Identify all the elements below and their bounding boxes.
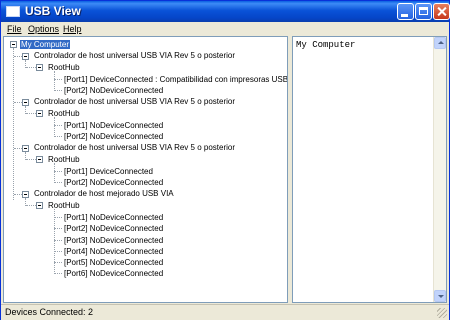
tree-connector bbox=[54, 228, 62, 229]
detail-pane[interactable]: My Computer bbox=[292, 36, 447, 303]
detail-text: My Computer bbox=[296, 40, 356, 50]
scroll-down-icon[interactable] bbox=[434, 290, 446, 302]
tree-item-controller-1[interactable]: Controlador de host universal USB VIA Re… bbox=[34, 50, 235, 61]
tree-item-port[interactable]: [Port2] NoDeviceConnected bbox=[64, 85, 163, 96]
tree-connector bbox=[26, 205, 36, 206]
tree-connector bbox=[54, 117, 55, 137]
menu-options-label: Options bbox=[28, 24, 60, 34]
tree-item-port[interactable]: [Port1] NoDeviceConnected bbox=[64, 212, 163, 223]
status-text: Devices Connected: 2 bbox=[5, 307, 94, 317]
tree-connector bbox=[54, 79, 62, 80]
tree-connector bbox=[54, 171, 62, 172]
menu-help-label: Help bbox=[63, 24, 82, 34]
tree-connector bbox=[14, 102, 22, 103]
tree-connector bbox=[54, 217, 62, 218]
collapse-toggle[interactable] bbox=[36, 64, 43, 71]
tree-connector bbox=[26, 113, 36, 114]
tree-item-port[interactable]: [Port1] DeviceConnected : Compatibilidad… bbox=[64, 74, 287, 85]
tree-item-root[interactable]: My Computer bbox=[20, 39, 71, 50]
tree-connector bbox=[14, 194, 22, 195]
tree-item-controller-3[interactable]: Controlador de host universal USB VIA Re… bbox=[34, 142, 235, 153]
device-tree-pane[interactable]: My Computer Controlador de host universa… bbox=[3, 36, 288, 303]
tree-connector bbox=[13, 48, 14, 200]
tree-item-controller-4[interactable]: Controlador de host mejorado USB VIA bbox=[34, 188, 174, 199]
tree-root-label: My Computer bbox=[20, 40, 71, 49]
collapse-toggle[interactable] bbox=[10, 41, 17, 48]
tree-connector bbox=[26, 159, 36, 160]
tree-item-roothub-4[interactable]: RootHub bbox=[48, 200, 80, 211]
collapse-toggle[interactable] bbox=[36, 202, 43, 209]
tree-connector bbox=[54, 209, 55, 274]
tree-connector bbox=[54, 136, 62, 137]
collapse-toggle[interactable] bbox=[22, 145, 29, 152]
tree-connector bbox=[54, 240, 62, 241]
tree-connector bbox=[54, 71, 55, 91]
window-app-icon bbox=[6, 6, 20, 17]
tree-connector bbox=[14, 56, 22, 57]
tree-item-port[interactable]: [Port1] DeviceConnected bbox=[64, 166, 153, 177]
tree-connector bbox=[54, 163, 55, 183]
tree-connector bbox=[14, 148, 22, 149]
vertical-scrollbar[interactable] bbox=[433, 37, 446, 302]
tree-item-port[interactable]: [Port5] NoDeviceConnected bbox=[64, 257, 163, 268]
tree-item-port[interactable]: [Port2] NoDeviceConnected bbox=[64, 131, 163, 142]
collapse-toggle[interactable] bbox=[36, 110, 43, 117]
scroll-up-icon[interactable] bbox=[434, 37, 446, 49]
tree-connector bbox=[26, 67, 36, 68]
menu-bar: File Options Help bbox=[1, 22, 449, 36]
tree-connector bbox=[54, 251, 62, 252]
tree-item-port[interactable]: [Port1] NoDeviceConnected bbox=[64, 120, 163, 131]
menu-file[interactable]: File bbox=[6, 22, 23, 36]
tree-item-port[interactable]: [Port4] NoDeviceConnected bbox=[64, 246, 163, 257]
resize-grip-icon[interactable] bbox=[437, 308, 447, 318]
title-bar[interactable]: USB View bbox=[1, 1, 450, 22]
maximize-button[interactable] bbox=[415, 3, 432, 20]
tree-connector bbox=[54, 90, 62, 91]
tree-item-port[interactable]: [Port2] NoDeviceConnected bbox=[64, 177, 163, 188]
tree-item-roothub-3[interactable]: RootHub bbox=[48, 154, 80, 165]
tree-item-roothub-1[interactable]: RootHub bbox=[48, 62, 80, 73]
menu-file-label: File bbox=[7, 24, 22, 34]
collapse-toggle[interactable] bbox=[22, 191, 29, 198]
tree-item-port[interactable]: [Port2] NoDeviceConnected bbox=[64, 223, 163, 234]
tree-connector bbox=[54, 125, 62, 126]
tree-connector bbox=[54, 182, 62, 183]
tree-item-port[interactable]: [Port6] NoDeviceConnected bbox=[64, 268, 163, 279]
tree-item-port[interactable]: [Port3] NoDeviceConnected bbox=[64, 235, 163, 246]
tree-connector bbox=[54, 273, 62, 274]
app-window: USB View File Options Help My Computer C… bbox=[0, 0, 450, 320]
minimize-button[interactable] bbox=[397, 3, 414, 20]
menu-options[interactable]: Options bbox=[27, 22, 60, 36]
tree-item-roothub-2[interactable]: RootHub bbox=[48, 108, 80, 119]
menu-help[interactable]: Help bbox=[62, 22, 83, 36]
collapse-toggle[interactable] bbox=[22, 99, 29, 106]
tree-item-controller-2[interactable]: Controlador de host universal USB VIA Re… bbox=[34, 96, 235, 107]
collapse-toggle[interactable] bbox=[22, 53, 29, 60]
status-bar: Devices Connected: 2 bbox=[1, 304, 449, 320]
tree-connector bbox=[54, 262, 62, 263]
collapse-toggle[interactable] bbox=[36, 156, 43, 163]
window-title: USB View bbox=[25, 4, 81, 18]
close-button[interactable] bbox=[433, 3, 450, 20]
